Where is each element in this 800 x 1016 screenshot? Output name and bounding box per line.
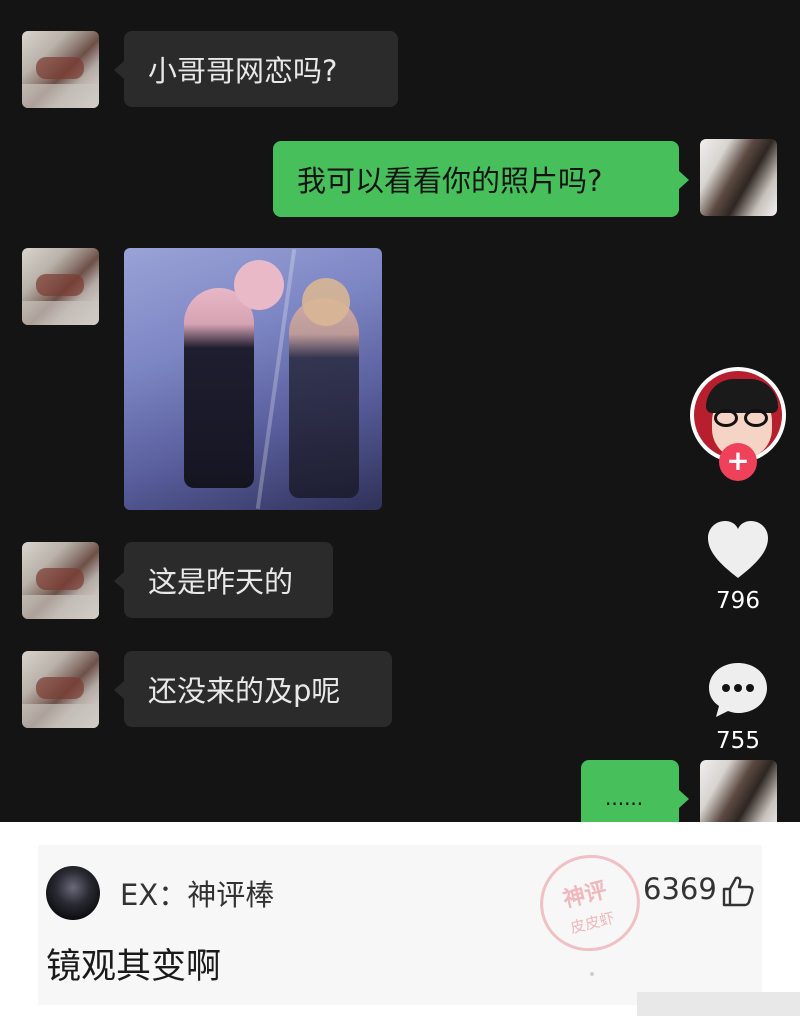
contact-avatar[interactable] [22,542,99,619]
contact-avatar[interactable] [22,31,99,108]
chat-screenshot: 小哥哥网恋吗? 我可以看看你的照片吗? 这是昨天的 还没来的及p呢 ......… [0,0,800,822]
self-avatar[interactable] [700,760,777,822]
decorative-dot [590,972,594,976]
cosplay-hair [234,260,284,310]
reflection-hair [302,278,350,326]
contact-avatar[interactable] [22,248,99,325]
like-count: 796 [716,588,760,614]
message-text: 小哥哥网恋吗? [148,54,338,88]
commenter-avatar[interactable] [46,866,100,920]
self-avatar[interactable] [700,139,777,216]
heart-icon[interactable] [706,520,770,580]
comment-text: 镜观其变啊 [46,947,222,987]
message-bubble-outgoing[interactable]: ...... [581,760,689,822]
message-bubble-outgoing[interactable]: 我可以看看你的照片吗? [273,141,689,217]
bottom-edge-block [637,992,800,1016]
plus-icon: + [726,444,750,477]
message-bubble-incoming[interactable]: 这是昨天的 [114,542,333,618]
avatar-hair [706,379,778,413]
follow-button[interactable]: + [719,443,757,481]
comment-like-count: 6369 [643,872,717,906]
message-bubble-incoming[interactable]: 小哥哥网恋吗? [114,31,398,107]
comment-icon[interactable] [706,660,770,720]
cosplay-figure [184,288,254,488]
message-bubble-incoming[interactable]: 还没来的及p呢 [114,651,392,727]
message-text: 我可以看看你的照片吗? [297,164,603,198]
commenter-username[interactable]: EX：神评棒 [120,872,274,914]
comment-count: 755 [716,728,760,754]
message-text: ...... [605,786,644,810]
photo-message[interactable] [124,248,382,510]
glasses-icon [714,409,770,427]
message-text: 这是昨天的 [148,565,294,599]
contact-avatar[interactable] [22,651,99,728]
watermark-line1: 神评 [560,878,610,913]
thumbs-up-icon[interactable] [721,874,755,908]
message-text: 还没来的及p呢 [148,674,341,708]
reflection-figure [289,298,359,498]
